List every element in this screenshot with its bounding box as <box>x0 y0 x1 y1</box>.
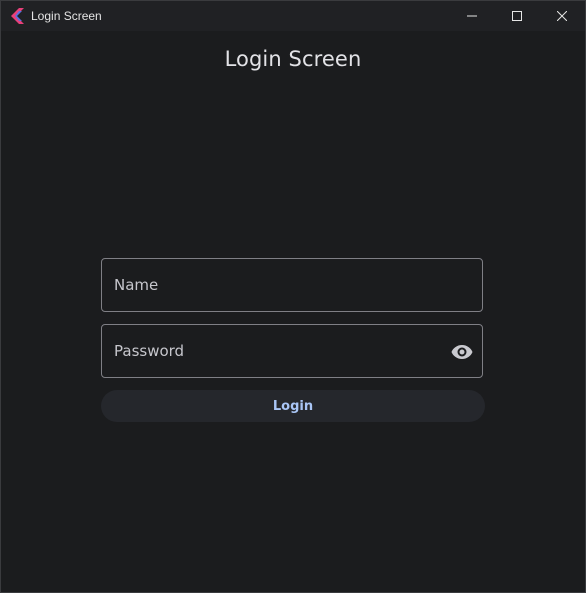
maximize-button[interactable] <box>494 1 540 31</box>
password-field[interactable] <box>101 324 483 378</box>
eye-icon <box>451 345 473 359</box>
toggle-password-visibility-button[interactable] <box>450 340 474 364</box>
app-window: Login Screen Login Screen Name Login <box>0 0 586 593</box>
title-bar[interactable]: Login Screen <box>1 1 585 31</box>
login-button[interactable]: Login <box>101 390 485 422</box>
close-icon <box>557 11 567 21</box>
password-input[interactable] <box>114 325 434 377</box>
close-button[interactable] <box>539 1 585 31</box>
maximize-icon <box>512 11 522 21</box>
page-title: Login Screen <box>224 47 362 71</box>
name-input[interactable] <box>114 259 434 311</box>
minimize-button[interactable] <box>449 1 495 31</box>
window-title: Login Screen <box>31 9 102 23</box>
name-field[interactable] <box>101 258 483 312</box>
minimize-icon <box>467 15 477 17</box>
app-icon <box>11 8 24 24</box>
